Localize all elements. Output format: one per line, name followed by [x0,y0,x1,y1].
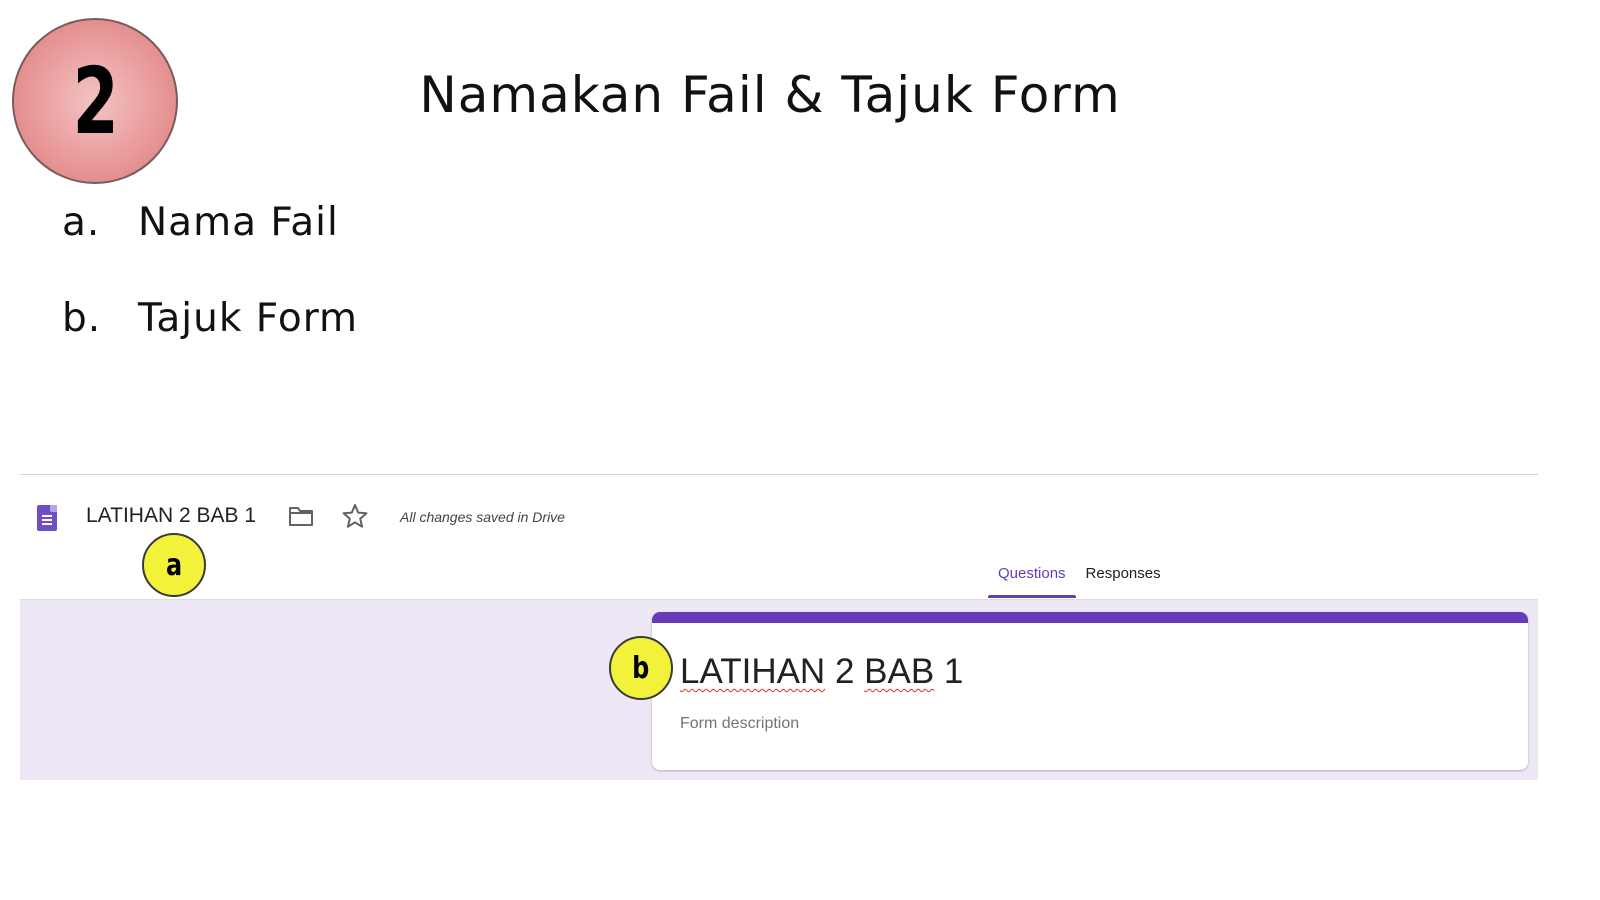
form-header-card: LATIHAN 2 BAB 1 Form description [652,612,1528,770]
form-title-word: LATIHAN [680,652,826,691]
form-description-field[interactable]: Form description [680,715,799,733]
folder-icon[interactable] [288,505,314,527]
callout-label: b [632,650,650,686]
step-number-badge: 2 [12,18,178,184]
step-marker: b. [62,295,102,341]
tab-responses[interactable]: Responses [1076,565,1171,598]
step-text: Nama Fail [138,199,339,245]
step-text: Tajuk Form [138,295,359,341]
callout-a: a [142,533,206,597]
document-name-field[interactable]: LATIHAN 2 BAB 1 [86,504,256,528]
form-title-word: BAB [864,652,935,691]
step-item-a: a. Nama Fail [62,196,358,248]
form-title-word: 1 [934,652,964,691]
form-title-field[interactable]: LATIHAN 2 BAB 1 [680,652,963,692]
slide-title: Namakan Fail & Tajuk Form [419,66,1121,124]
form-tabs: Questions Responses [988,565,1171,598]
save-status-text: All changes saved in Drive [400,509,565,525]
form-canvas: LATIHAN 2 BAB 1 Form description [20,599,1538,780]
step-marker: a. [62,199,101,245]
callout-label: a [165,547,183,583]
form-accent-bar [652,612,1528,623]
step-number: 2 [72,47,119,155]
step-item-b: b. Tajuk Form [62,292,358,344]
star-icon[interactable] [342,503,368,529]
google-forms-screenshot: LATIHAN 2 BAB 1 All changes saved in Dri… [20,474,1538,780]
forms-header: LATIHAN 2 BAB 1 All changes saved in Dri… [20,475,1538,598]
form-title-word: 2 [825,652,865,691]
step-list: a. Nama Fail b. Tajuk Form [62,196,358,388]
tab-questions[interactable]: Questions [988,565,1076,598]
callout-b: b [609,636,673,700]
google-forms-icon[interactable] [37,505,57,531]
